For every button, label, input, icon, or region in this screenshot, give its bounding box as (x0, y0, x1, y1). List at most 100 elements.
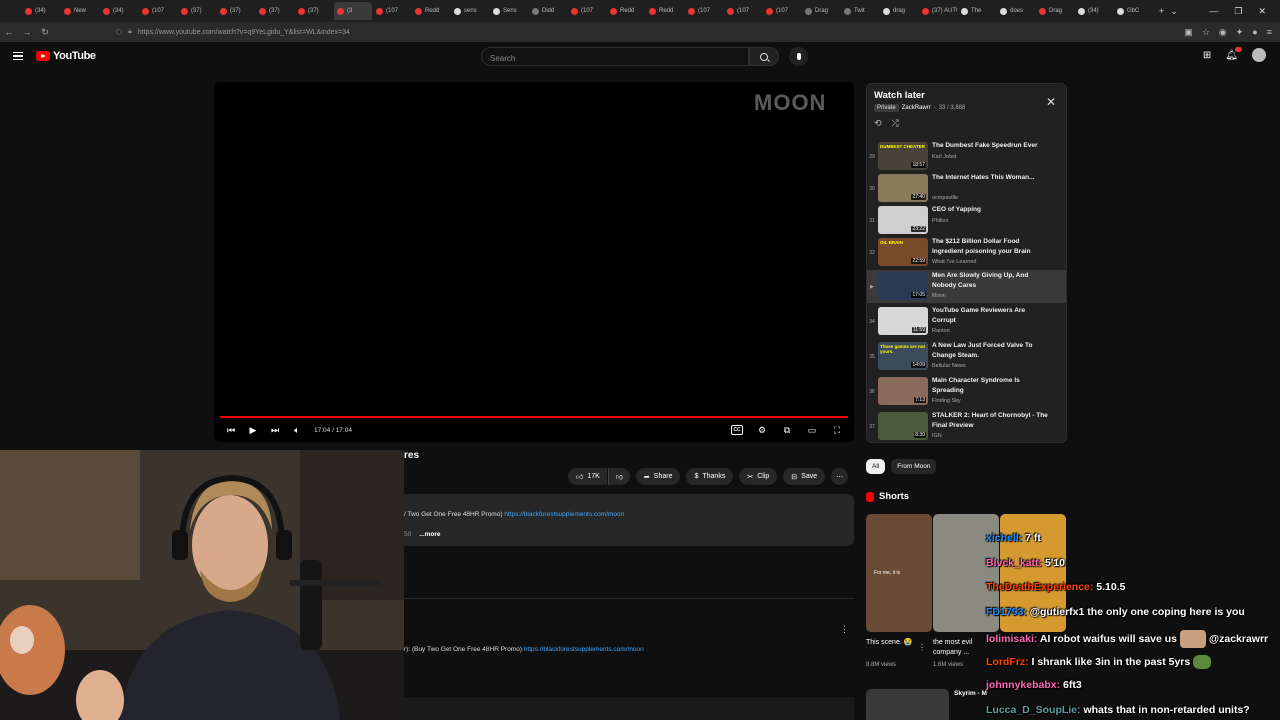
related-video-thumbnail[interactable] (866, 689, 949, 720)
browser-tab[interactable]: Sens (490, 2, 528, 20)
short-title[interactable]: This scene. 😭 (866, 638, 926, 648)
short-thumbnail[interactable]: For me, it is (866, 514, 932, 632)
avatar[interactable] (1252, 48, 1266, 62)
more-actions-button[interactable]: ⋯ (831, 468, 849, 485)
playlist-item[interactable]: 30 27:40 The Internet Hates This Woman... o… (867, 172, 1066, 205)
youtube-logo[interactable]: YouTube (36, 50, 96, 62)
playlist-item-title[interactable]: The $212 Billion Dollar Food Ingredient … (932, 237, 1050, 257)
create-icon[interactable]: ⊞ (1203, 50, 1211, 61)
voice-search-button[interactable] (789, 47, 808, 66)
playlist-item-channel[interactable]: Ranton (932, 328, 950, 334)
playlist-item-channel[interactable]: Moon (932, 293, 946, 299)
pinned-comment-link[interactable]: https://blackforestsupplements.com/moon (524, 646, 644, 653)
browser-tab[interactable]: does (997, 2, 1035, 20)
captions-icon[interactable]: CC (726, 421, 748, 439)
playlist-item-title[interactable]: A New Law Just Forced Valve To Change St… (932, 341, 1050, 361)
close-window-icon[interactable]: ✕ (1258, 6, 1266, 17)
settings-gear-icon[interactable]: ⚙︎ (751, 421, 773, 439)
playlist-item-title[interactable]: CEO of Yapping (932, 205, 1050, 215)
browser-tab[interactable]: (107 (685, 2, 723, 20)
playlist-item[interactable]: 34 11:59 YouTube Game Reviewers Are Corrup… (867, 305, 1066, 338)
miniplayer-icon[interactable]: ⧉ (776, 421, 798, 439)
profile-icon[interactable]: ● (1252, 27, 1257, 37)
browser-tab[interactable]: Redd (607, 2, 645, 20)
browser-tab[interactable]: Didd (529, 2, 567, 20)
browser-tab[interactable]: (37) (295, 2, 333, 20)
browser-tab[interactable]: drag (880, 2, 918, 20)
playlist-item-channel[interactable]: Finding Sky (932, 398, 961, 404)
search-input[interactable] (482, 50, 748, 67)
browser-tab[interactable]: Drag (1036, 2, 1074, 20)
browser-tab[interactable]: GbC (1114, 2, 1152, 20)
clip-button[interactable]: ✂︎ Clip (739, 468, 778, 485)
playlist-item-title[interactable]: Main Character Syndrome Is Spreading (932, 376, 1050, 396)
close-icon[interactable]: ✕ (1046, 95, 1056, 109)
playlist-item-title[interactable]: Men Are Slowly Giving Up, And Nobody Car… (932, 271, 1050, 291)
browser-tab[interactable]: (37) (178, 2, 216, 20)
theater-mode-icon[interactable]: ▭ (801, 421, 823, 439)
playlist-item[interactable]: 35 Those games are not yours. 14:09 A New L… (867, 340, 1066, 373)
browser-tab[interactable]: (107 (373, 2, 411, 20)
play-icon[interactable]: ▶︎ (242, 421, 264, 439)
playlist-item-channel[interactable]: Philion (932, 218, 949, 224)
back-icon[interactable]: ← (0, 27, 18, 37)
minimize-icon[interactable]: — (1209, 6, 1218, 16)
description-more[interactable]: 50 ...more (404, 531, 441, 538)
browser-tab[interactable]: The (958, 2, 996, 20)
playlist-item-title[interactable]: The Dumbest Fake Speedrun Ever (932, 141, 1050, 151)
browser-tab[interactable]: (107 (724, 2, 762, 20)
share-button[interactable]: ➦ Share (635, 468, 681, 485)
bookmark-star-icon[interactable]: ☆ (1202, 27, 1210, 38)
address-bar[interactable]: ⬡ 🔒︎ https://www.youtube.com/watch?v=q9Y… (116, 24, 1132, 40)
playlist-item-channel[interactable]: ocmpaville (932, 195, 958, 201)
browser-tab[interactable]: (107 (568, 2, 606, 20)
playlist-item-title[interactable]: YouTube Game Reviewers Are Corrupt (932, 306, 1050, 326)
new-tab-icon[interactable]: + (1159, 6, 1164, 16)
next-icon[interactable]: ⏭︎ (264, 421, 286, 439)
browser-tab[interactable]: (107 (139, 2, 177, 20)
reload-icon[interactable]: ↻ (36, 27, 54, 38)
video-player[interactable] (214, 82, 854, 442)
playlist-item[interactable]: 36 7:13 Main Character Syndrome Is Spreadi… (867, 375, 1066, 408)
playlist-item[interactable]: ▶ 17:05 Men Are Slowly Giving Up, And Nobo… (867, 270, 1066, 303)
browser-tab[interactable]: sens (451, 2, 489, 20)
description-link[interactable]: https://blackforestsupplements.com/moon (504, 511, 624, 518)
playlist-item[interactable]: 37 8:30 STALKER 2: Heart of Chornobyl - Th… (867, 410, 1066, 443)
progress-bar[interactable] (220, 416, 848, 418)
dislike-button[interactable]: 👎︎ (607, 468, 630, 485)
playlist-item-title[interactable]: STALKER 2: Heart of Chornobyl - The Fina… (932, 411, 1050, 431)
extensions-icon[interactable]: ✦ (1236, 27, 1244, 38)
browser-tab[interactable]: New (61, 2, 99, 20)
loop-icon[interactable]: ⟲ (874, 118, 882, 129)
playlist-owner[interactable]: ZackRawrr (902, 105, 931, 111)
playlist-item-title[interactable]: The Internet Hates This Woman... (932, 173, 1050, 183)
previous-icon[interactable]: ⏮︎ (220, 421, 242, 439)
playlist-title[interactable]: Watch later (874, 90, 925, 101)
search-box[interactable] (481, 47, 749, 67)
like-button[interactable]: 👍︎ 17K (568, 468, 607, 485)
browser-tab[interactable]: (37) (217, 2, 255, 20)
maximize-icon[interactable]: ❐ (1234, 6, 1242, 17)
notifications-icon[interactable]: 🔔︎ (1225, 46, 1242, 61)
app-menu-icon[interactable]: ≡ (1267, 27, 1272, 37)
playlist-item-channel[interactable]: Bellular News (932, 363, 966, 369)
playlist-item-channel[interactable]: What I've Learned (932, 259, 976, 265)
pocket-icon[interactable]: ◉ (1219, 27, 1227, 38)
save-button[interactable]: ⊟ Save (783, 468, 826, 485)
filter-chip[interactable]: All (866, 459, 886, 474)
description-box[interactable] (404, 494, 854, 546)
browser-tab[interactable]: Redd (412, 2, 450, 20)
playlist-item-channel[interactable]: Karl Jobst (932, 154, 956, 160)
browser-tab[interactable]: (107 (763, 2, 801, 20)
browser-tab[interactable]: Twit (841, 2, 879, 20)
forward-icon[interactable]: → (18, 27, 36, 37)
browser-tab[interactable]: Drag (802, 2, 840, 20)
browser-tab[interactable]: Redd (646, 2, 684, 20)
short-menu-icon[interactable]: ⋮ (918, 643, 926, 652)
comment-menu-icon[interactable]: ⋮ (840, 624, 849, 635)
thanks-button[interactable]: $ Thanks (686, 468, 734, 485)
browser-tab[interactable]: (3 (334, 2, 372, 20)
reader-icon[interactable]: ▣ (1184, 27, 1193, 38)
guide-menu-icon[interactable] (13, 52, 23, 60)
browser-tab[interactable]: (37) AUTO (919, 2, 957, 20)
